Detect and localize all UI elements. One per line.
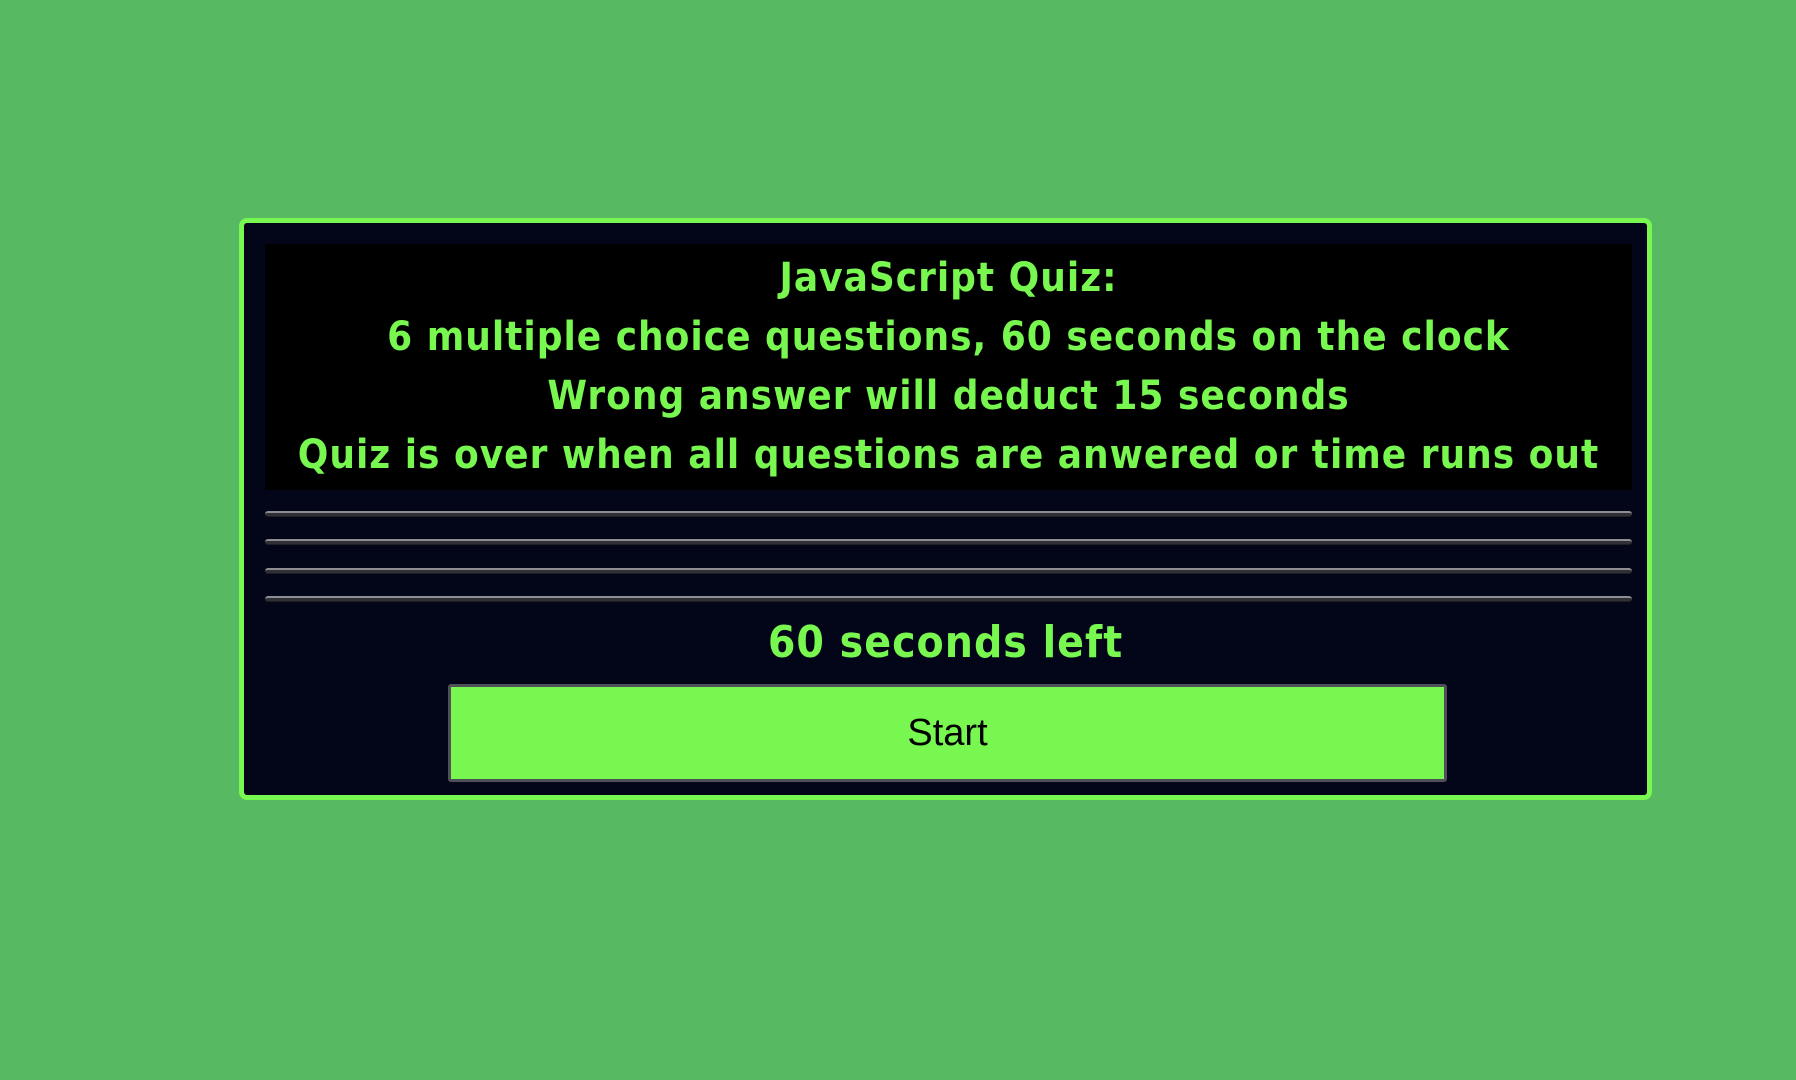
- answer-option-2[interactable]: [265, 539, 1632, 545]
- quiz-intro: JavaScript Quiz: 6 multiple choice quest…: [265, 244, 1632, 490]
- quiz-title: JavaScript Quiz:: [779, 255, 1118, 301]
- quiz-rules-line-1: 6 multiple choice questions, 60 seconds …: [387, 314, 1510, 360]
- answer-option-3[interactable]: [265, 568, 1632, 574]
- quiz-rules-line-3: Quiz is over when all questions are anwe…: [297, 432, 1600, 478]
- answer-option-4[interactable]: [265, 596, 1632, 602]
- start-button[interactable]: Start: [448, 684, 1447, 782]
- quiz-card: JavaScript Quiz: 6 multiple choice quest…: [239, 218, 1652, 800]
- quiz-rules-line-2: Wrong answer will deduct 15 seconds: [547, 373, 1350, 419]
- timer-display: 60 seconds left: [767, 617, 1124, 668]
- answer-option-1[interactable]: [265, 511, 1632, 517]
